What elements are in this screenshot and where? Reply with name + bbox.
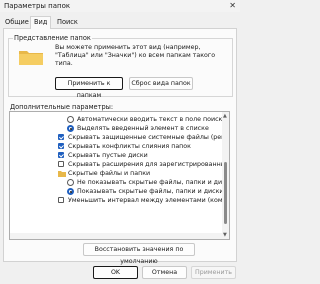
folder-view-group-title: Представление папок [13,34,92,42]
checkbox-hide-merge-conflicts[interactable] [58,143,64,149]
advanced-settings-list[interactable]: Автоматически вводить текст в поле поиск… [9,111,230,240]
tab-search[interactable]: Поиск [54,17,81,27]
checkbox-compact-spacing[interactable] [58,197,64,203]
advanced-settings-label: Дополнительные параметры: [10,103,114,111]
folder-view-group: Представление папок Вы можете применить … [8,34,233,99]
checkbox-hide-extensions[interactable] [58,161,64,167]
apply-to-folders-button[interactable]: Применить к папкам [55,77,123,99]
window-title: Параметры папок [4,2,71,10]
scroll-up-icon[interactable]: ▲ [223,113,227,119]
ok-button[interactable]: OK [93,266,138,279]
tab-general[interactable]: Общие [2,17,32,27]
radio-show-hidden[interactable] [67,188,74,195]
folder-view-description: Вы можете применить этот вид (например, … [55,44,216,68]
cancel-button[interactable]: Отмена [142,266,187,279]
reset-folders-button[interactable]: Сброс вида папок [129,77,193,90]
folder-icon [58,170,66,180]
radio-dont-show-hidden[interactable] [67,179,74,186]
radio-auto-type[interactable] [67,116,74,123]
apply-button[interactable]: Применить [191,266,236,279]
horizontal-scrollbar[interactable] [10,233,222,239]
restore-defaults-button[interactable]: Восстановить значения по умолчанию [83,243,195,265]
checkbox-hide-protected-files[interactable] [58,134,64,140]
radio-select-typed[interactable] [67,125,74,132]
title-bar: Параметры папок ✕ [0,0,240,12]
scroll-thumb[interactable] [224,162,227,224]
close-icon[interactable]: ✕ [229,1,236,10]
checkbox-hide-empty-drives[interactable] [58,152,64,158]
tab-view[interactable]: Вид [30,16,52,29]
scroll-down-icon[interactable]: ▼ [223,232,227,238]
folder-icon [18,48,44,68]
vertical-scrollbar[interactable]: ▲ ▼ [222,112,229,239]
